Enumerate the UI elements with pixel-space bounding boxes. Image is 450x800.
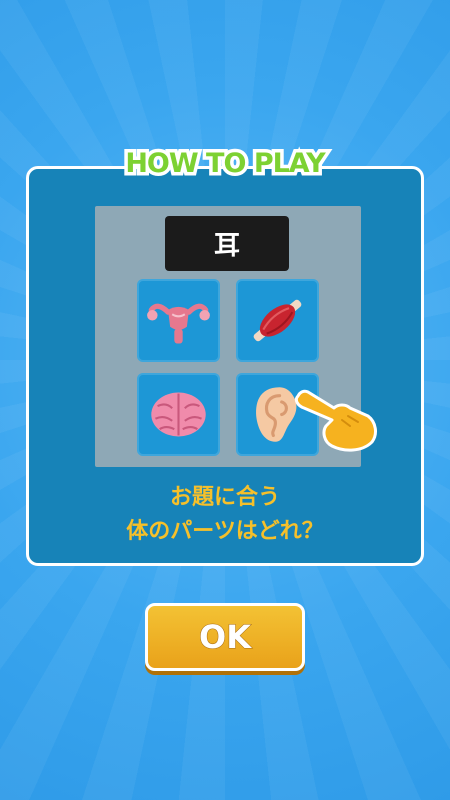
question-line-2: 体のパーツはどれ？ <box>126 519 324 544</box>
muscle-icon <box>253 299 302 342</box>
how-to-play-panel: 耳 お題に合う 体のパーツはどれ？ <box>26 166 424 566</box>
choice-uterus <box>137 279 220 362</box>
choice-brain <box>137 373 220 456</box>
prompt-word: 耳 <box>165 216 289 271</box>
pointing-hand-icon <box>294 389 377 452</box>
uterus-icon <box>147 303 210 344</box>
brain-icon <box>151 392 206 437</box>
question-text: お題に合う 体のパーツはどれ？ <box>29 481 421 549</box>
how-to-play-title: HOW TO PLAY <box>122 145 329 183</box>
choice-muscle <box>236 279 319 362</box>
ok-button[interactable]: OK <box>145 603 305 671</box>
question-line-1: お題に合う <box>169 485 280 510</box>
